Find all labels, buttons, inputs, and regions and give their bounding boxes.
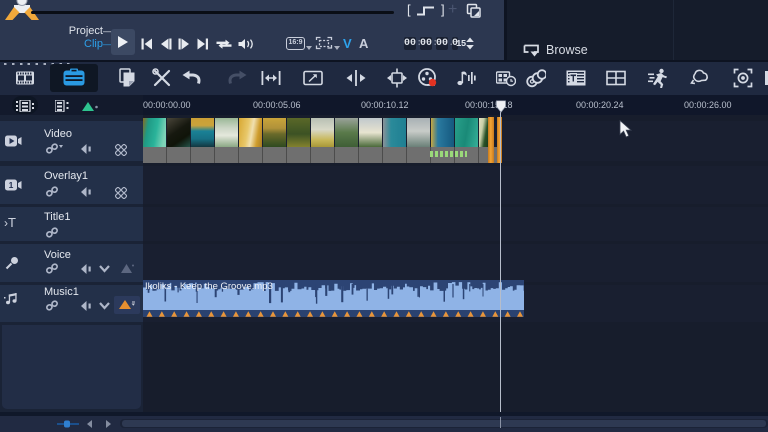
svg-text:1: 1 bbox=[9, 180, 14, 190]
